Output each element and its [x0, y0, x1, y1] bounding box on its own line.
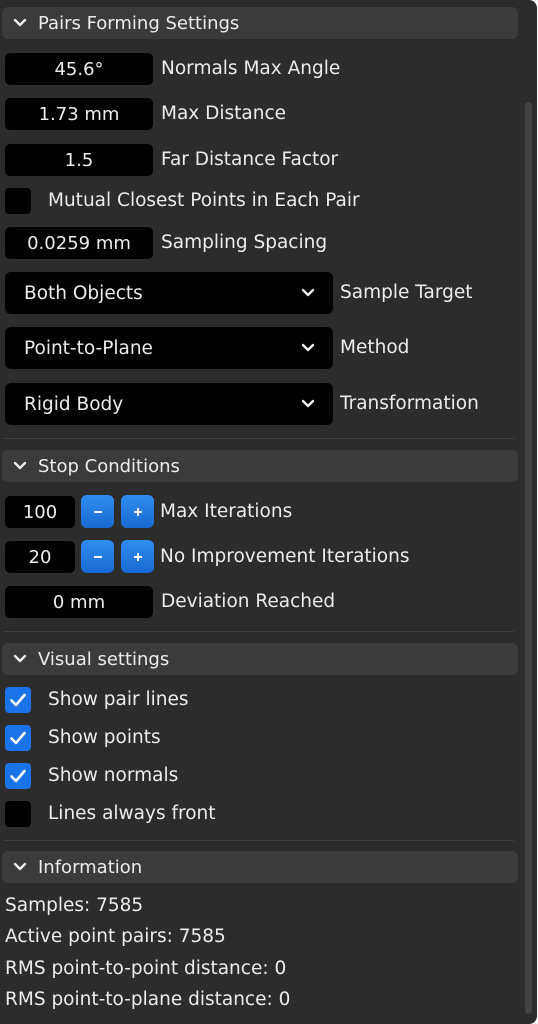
sample-target-label: Sample Target: [340, 282, 473, 303]
deviation-reached-label: Deviation Reached: [161, 591, 336, 612]
max-distance-input[interactable]: 1.73 mm: [5, 98, 153, 130]
sample-target-value: Both Objects: [24, 282, 143, 304]
section-header-stop-conditions[interactable]: Stop Conditions: [2, 450, 518, 482]
minus-icon: [93, 510, 102, 513]
panel-scrollbar[interactable]: [525, 102, 532, 1014]
lines-always-front-checkbox[interactable]: [5, 801, 31, 827]
icp-settings-panel: Pairs Forming Settings 45.6° Normals Max…: [0, 0, 537, 1024]
check-icon: [10, 693, 26, 707]
chevron-down-icon: [2, 643, 38, 675]
section-header-pairs-forming[interactable]: Pairs Forming Settings: [2, 7, 518, 39]
section-divider: [4, 840, 514, 841]
max-distance-label: Max Distance: [161, 103, 287, 124]
section-title: Stop Conditions: [38, 455, 180, 477]
section-title: Visual settings: [38, 648, 170, 670]
transformation-value: Rigid Body: [24, 393, 124, 415]
rms-point-to-point-text: RMS point-to-point distance: 0: [5, 958, 287, 979]
section-header-visual-settings[interactable]: Visual settings: [2, 643, 518, 675]
active-point-pairs-text: Active point pairs: 7585: [5, 926, 226, 947]
chevron-down-icon: [299, 395, 317, 413]
normals-max-angle-label: Normals Max Angle: [161, 58, 341, 79]
method-value: Point-to-Plane: [24, 337, 153, 359]
rms-point-to-plane-text: RMS point-to-plane distance: 0: [5, 989, 291, 1010]
method-select[interactable]: Point-to-Plane: [5, 327, 333, 369]
max-iterations-label: Max Iterations: [160, 501, 293, 522]
normals-max-angle-input[interactable]: 45.6°: [5, 53, 153, 85]
section-divider: [4, 631, 514, 632]
chevron-down-icon: [2, 851, 38, 883]
samples-text: Samples: 7585: [5, 895, 144, 916]
no-improvement-decrement-button[interactable]: [81, 540, 114, 573]
no-improvement-iterations-label: No Improvement Iterations: [160, 546, 410, 567]
show-pair-lines-checkbox[interactable]: [5, 687, 31, 713]
sampling-spacing-input[interactable]: 0.0259 mm: [5, 227, 153, 259]
chevron-down-icon: [2, 7, 38, 39]
max-iterations-input[interactable]: 100: [5, 496, 75, 528]
show-points-label: Show points: [48, 727, 161, 748]
plus-icon: [133, 507, 142, 516]
section-divider: [4, 438, 514, 439]
show-normals-checkbox[interactable]: [5, 763, 31, 789]
chevron-down-icon: [2, 450, 38, 482]
chevron-down-icon: [299, 339, 317, 357]
chevron-down-icon: [299, 284, 317, 302]
no-improvement-increment-button[interactable]: [121, 540, 154, 573]
mutual-closest-checkbox[interactable]: [5, 188, 31, 214]
show-normals-label: Show normals: [48, 765, 179, 786]
check-icon: [10, 731, 26, 745]
section-title: Information: [38, 856, 143, 878]
section-header-information[interactable]: Information: [2, 851, 518, 883]
lines-always-front-label: Lines always front: [48, 803, 216, 824]
show-points-checkbox[interactable]: [5, 725, 31, 751]
show-pair-lines-label: Show pair lines: [48, 689, 189, 710]
sampling-spacing-label: Sampling Spacing: [161, 232, 328, 253]
transformation-label: Transformation: [340, 393, 479, 414]
sample-target-select[interactable]: Both Objects: [5, 272, 333, 314]
check-icon: [10, 769, 26, 783]
plus-icon: [133, 552, 142, 561]
transformation-select[interactable]: Rigid Body: [5, 383, 333, 425]
max-iterations-decrement-button[interactable]: [81, 495, 114, 528]
far-distance-factor-input[interactable]: 1.5: [5, 144, 153, 176]
no-improvement-iterations-input[interactable]: 20: [5, 541, 75, 573]
minus-icon: [93, 555, 102, 558]
mutual-closest-label: Mutual Closest Points in Each Pair: [48, 190, 360, 211]
method-label: Method: [340, 337, 410, 358]
max-iterations-increment-button[interactable]: [121, 495, 154, 528]
section-title: Pairs Forming Settings: [38, 12, 240, 34]
deviation-reached-input[interactable]: 0 mm: [5, 586, 153, 618]
far-distance-factor-label: Far Distance Factor: [161, 149, 339, 170]
